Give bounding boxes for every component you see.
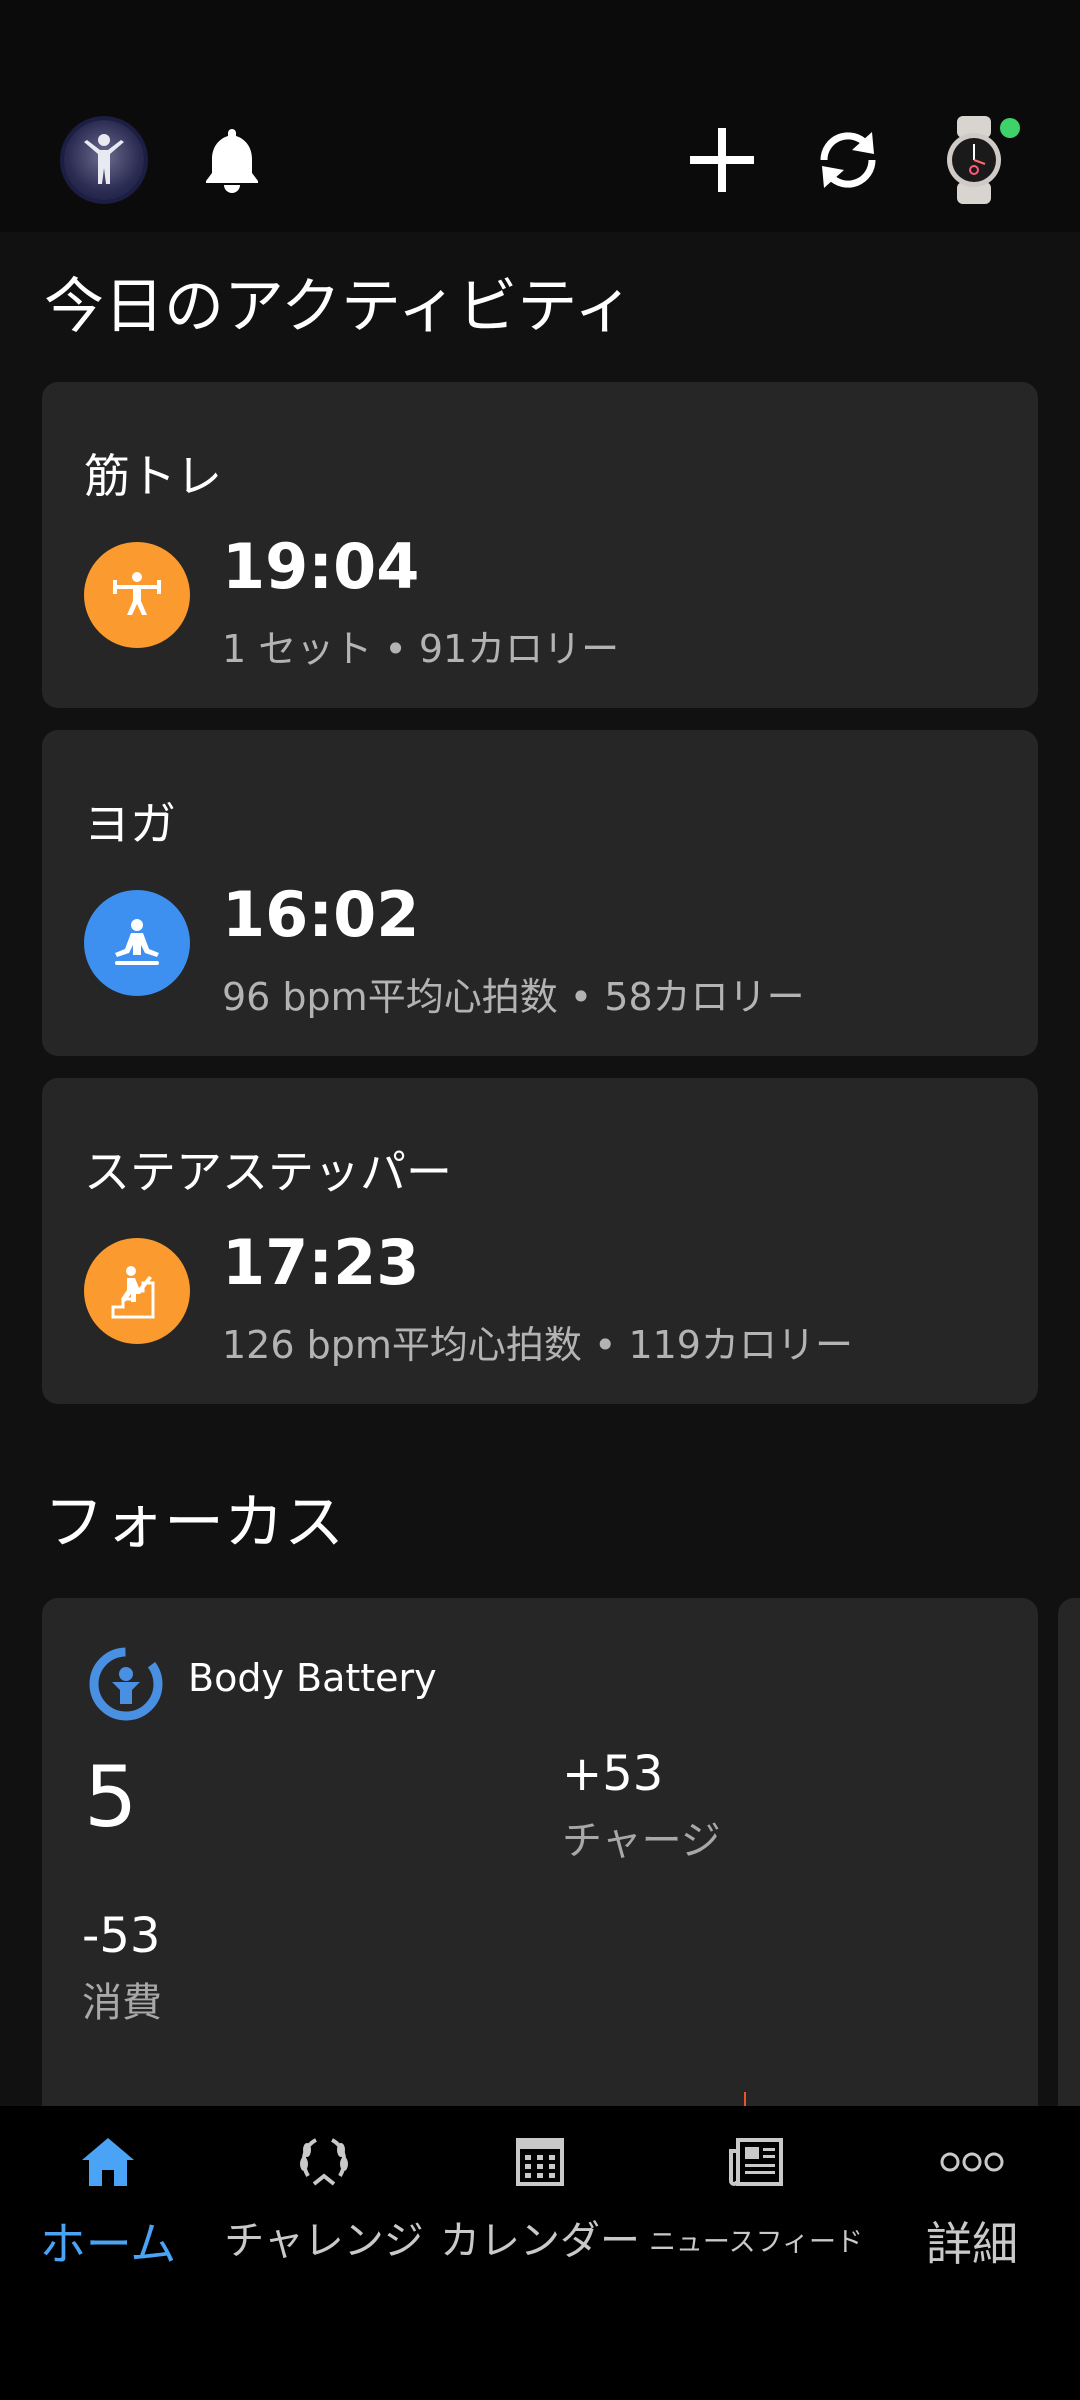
drained-value: -53	[82, 1908, 161, 1964]
activity-detail: 1 セット • 91カロリー	[222, 627, 620, 671]
body-battery-title: Body Battery	[188, 1656, 437, 1700]
activity-time: 16:02	[222, 878, 420, 951]
activity-time: 17:23	[222, 1226, 420, 1299]
nav-more[interactable]: 詳細	[864, 2106, 1080, 2306]
activity-name: 筋トレ	[84, 449, 222, 503]
focus-title: フォーカス	[44, 1488, 344, 1558]
watch-status-dot	[1000, 118, 1020, 138]
top-app-bar	[0, 0, 1080, 232]
plus-icon[interactable]	[680, 118, 764, 202]
nav-label: チャレンジ	[224, 2218, 424, 2264]
activity-time: 19:04	[222, 530, 420, 603]
nav-label: ホーム	[39, 2217, 177, 2271]
sync-icon[interactable]	[806, 118, 890, 202]
weightlifting-icon	[84, 542, 190, 648]
body-battery-value: 5	[84, 1748, 138, 1846]
activity-name: ステアステッパー	[84, 1145, 452, 1199]
charged-label: チャージ	[562, 1818, 721, 1864]
laurel-icon	[296, 2126, 352, 2198]
nav-challenges[interactable]: チャレンジ	[216, 2106, 432, 2306]
nav-calendar[interactable]: カレンダー	[432, 2106, 648, 2306]
person-avatar-icon[interactable]	[64, 120, 144, 200]
nav-label: ニュースフィード	[648, 2227, 864, 2258]
home-icon	[80, 2126, 136, 2198]
activity-name: ヨガ	[84, 797, 176, 851]
newsfeed-icon	[728, 2126, 784, 2198]
nav-label: カレンダー	[440, 2218, 640, 2264]
stair-stepper-icon	[84, 1238, 190, 1344]
nav-home[interactable]: ホーム	[0, 2106, 216, 2306]
bottom-navigation: ホーム チャレンジ カレンダー ニュースフィード 詳細	[0, 2106, 1080, 2400]
activities-title: 今日のアクティビティ	[44, 272, 634, 342]
yoga-icon	[84, 890, 190, 996]
activity-card-yoga[interactable]: ヨガ 16:02 96 bpm平均心拍数 • 58カロリー	[42, 730, 1038, 1056]
more-icon	[940, 2126, 1004, 2198]
activity-detail: 126 bpm平均心拍数 • 119カロリー	[222, 1323, 853, 1367]
next-focus-card[interactable]	[1058, 1598, 1080, 2118]
nav-label: 詳細	[926, 2217, 1018, 2271]
nav-newsfeed[interactable]: ニュースフィード	[648, 2106, 864, 2306]
body-battery-card[interactable]: Body Battery 5 +53 チャージ -53 消費	[42, 1598, 1038, 2118]
charged-value: +53	[562, 1746, 664, 1802]
calendar-icon	[515, 2126, 565, 2198]
activity-card-stair-stepper[interactable]: ステアステッパー 17:23 126 bpm平均心拍数 • 119カロリー	[42, 1078, 1038, 1404]
drained-label: 消費	[82, 1980, 162, 2026]
bell-icon[interactable]	[190, 118, 274, 202]
activity-card-strength[interactable]: 筋トレ 19:04 1 セット • 91カロリー	[42, 382, 1038, 708]
body-battery-icon	[88, 1646, 164, 1726]
activity-detail: 96 bpm平均心拍数 • 58カロリー	[222, 975, 805, 1019]
